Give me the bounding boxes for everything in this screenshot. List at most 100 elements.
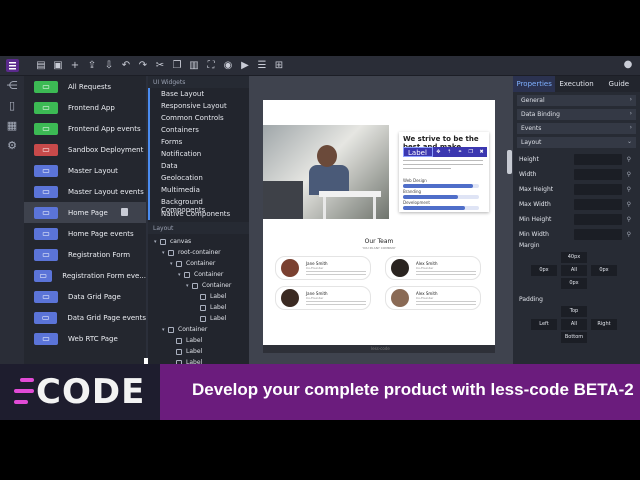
page-item[interactable]: ▭ Data Grid Page (24, 286, 146, 307)
page-item[interactable]: ▭ Master Layout (24, 160, 146, 181)
widget-category[interactable]: Background Components (148, 196, 249, 214)
paste-icon[interactable]: ▥ (187, 59, 201, 73)
pin-icon[interactable]: ⚲ (627, 186, 631, 193)
skill-bar[interactable]: Development (403, 200, 479, 210)
section-layout[interactable]: Layout ⌄ (517, 137, 636, 148)
widget-category[interactable]: Containers (148, 124, 249, 136)
layout-tree-node[interactable]: ▾ canvas (148, 236, 249, 247)
layout-tree-node[interactable]: ▾ Container (148, 258, 249, 269)
page-canvas[interactable]: We strive to be the best and make Awesom… (263, 100, 495, 345)
record-icon[interactable]: ◉ (221, 59, 235, 73)
layout-tree-node[interactable]: ▾ root-container (148, 247, 249, 258)
layout-tree-node[interactable]: ▾ Container (148, 269, 249, 280)
skill-bar[interactable]: Web Design (403, 178, 479, 188)
widget-category[interactable]: Multimedia (148, 184, 249, 196)
pin-icon[interactable]: ⚲ (627, 216, 631, 223)
tab-guide[interactable]: Guide (598, 76, 640, 92)
team-member-card[interactable]: Jane Smith Co-Founder (275, 256, 371, 280)
folder-icon[interactable]: ▤ (34, 59, 48, 73)
padding-left[interactable]: Left (531, 319, 557, 330)
pin-icon[interactable]: ⚲ (627, 201, 631, 208)
widget-category[interactable]: Responsive Layout (148, 100, 249, 112)
widget-category[interactable]: Notification (148, 148, 249, 160)
tab-properties[interactable]: Properties (513, 76, 556, 92)
canvas-scrollbar[interactable] (507, 150, 512, 174)
skill-bar[interactable]: Branding (403, 189, 479, 199)
page-item[interactable]: ▭ Sandbox Deployment (24, 139, 146, 160)
widget-category[interactable]: Forms (148, 136, 249, 148)
pin-icon[interactable]: ⚲ (627, 171, 631, 178)
download-icon[interactable]: ⇩ (102, 59, 116, 73)
margin-bottom[interactable]: 0px (561, 278, 587, 289)
page-item[interactable]: ▭ Registration Form eve... (24, 265, 146, 286)
widget-category[interactable]: Geolocation (148, 172, 249, 184)
page-item[interactable]: ▭ Registration Form (24, 244, 146, 265)
play-icon[interactable]: ▶ (238, 59, 252, 73)
layout-tree-node[interactable]: ▾ Container (148, 280, 249, 291)
section-general[interactable]: General › (517, 95, 636, 106)
database-icon[interactable]: ▦ (0, 116, 24, 136)
margin-left[interactable]: 0px (531, 265, 557, 276)
team-subtitle[interactable]: YOU IN ANY COMPANY (263, 246, 495, 250)
upload-icon[interactable]: ⇪ (85, 59, 99, 73)
page-item[interactable]: ▭ Frontend App events (24, 118, 146, 139)
layout-tree-node[interactable]: Label (148, 346, 249, 357)
layout-tree-node[interactable]: Label (148, 291, 249, 302)
page-item[interactable]: ▭ Master Layout events (24, 181, 146, 202)
margin-all[interactable]: All (561, 265, 587, 276)
save-icon[interactable]: ▣ (51, 59, 65, 73)
tab-execution[interactable]: Execution (555, 76, 597, 92)
team-member-card[interactable]: Jane Smith Co-Founder (275, 286, 371, 310)
hero-image[interactable] (263, 125, 389, 219)
prop-input[interactable] (574, 184, 622, 195)
list-icon[interactable]: ☰ (255, 59, 269, 73)
document-icon[interactable]: ▯ (0, 96, 24, 116)
page-item[interactable]: ▭ Home Page events (24, 223, 146, 244)
delete-icon[interactable]: ✖ (479, 149, 483, 155)
prop-input[interactable] (574, 199, 622, 210)
page-item[interactable]: ▭ Home Page (24, 202, 146, 223)
redo-icon[interactable]: ↷ (136, 59, 150, 73)
link-icon[interactable]: ⚭ (458, 149, 462, 155)
layout-tree-node[interactable]: Label (148, 335, 249, 346)
copy-widget-icon[interactable]: ❐ (468, 149, 472, 155)
team-title[interactable]: Our Team (263, 238, 495, 245)
undo-icon[interactable]: ↶ (119, 59, 133, 73)
team-member-card[interactable]: Alex Smith Co-Founder (385, 256, 481, 280)
move-icon[interactable]: ✥ (436, 149, 440, 155)
padding-all[interactable]: All (561, 319, 587, 330)
layout-tree-node[interactable]: Label (148, 313, 249, 324)
fullscreen-icon[interactable]: ⛶ (204, 59, 218, 73)
add-icon[interactable]: + (68, 59, 82, 73)
copy-icon[interactable]: ❐ (170, 59, 184, 73)
hierarchy-icon[interactable]: ⊞ (272, 59, 286, 73)
layout-tree-node[interactable]: Label (148, 302, 249, 313)
padding-right[interactable]: Right (591, 319, 617, 330)
trash-icon[interactable] (121, 208, 128, 216)
section-data-binding[interactable]: Data Binding › (517, 109, 636, 120)
margin-right[interactable]: 0px (591, 265, 617, 276)
up-icon[interactable]: ⇡ (447, 149, 451, 155)
prop-input[interactable] (574, 214, 622, 225)
share-icon[interactable]: ⋲ (0, 76, 24, 96)
cut-icon[interactable]: ✂ (153, 59, 167, 73)
padding-top[interactable]: Top (561, 306, 587, 317)
team-member-card[interactable]: Alex Smith Co-Founder (385, 286, 481, 310)
selected-label-widget[interactable]: Label (403, 147, 433, 157)
section-events[interactable]: Events › (517, 123, 636, 134)
pin-icon[interactable]: ⚲ (627, 231, 631, 238)
prop-input[interactable] (574, 229, 622, 240)
page-item[interactable]: ▭ All Requests (24, 76, 146, 97)
prop-input[interactable] (574, 154, 622, 165)
gear-icon[interactable]: ⚙ (0, 136, 24, 156)
hero-card[interactable]: We strive to be the best and make Awesom… (399, 132, 489, 212)
pin-icon[interactable]: ⚲ (627, 156, 631, 163)
widget-category[interactable]: Native Components (148, 208, 249, 220)
layout-tree-node[interactable]: ▾ Container (148, 324, 249, 335)
padding-bottom[interactable]: Bottom (561, 332, 587, 343)
user-icon[interactable]: ● (622, 59, 634, 71)
prop-input[interactable] (574, 169, 622, 180)
page-item[interactable]: ▭ Data Grid Page events (24, 307, 146, 328)
widget-category[interactable]: Data (148, 160, 249, 172)
page-item[interactable]: ▭ Web RTC Page (24, 328, 146, 349)
